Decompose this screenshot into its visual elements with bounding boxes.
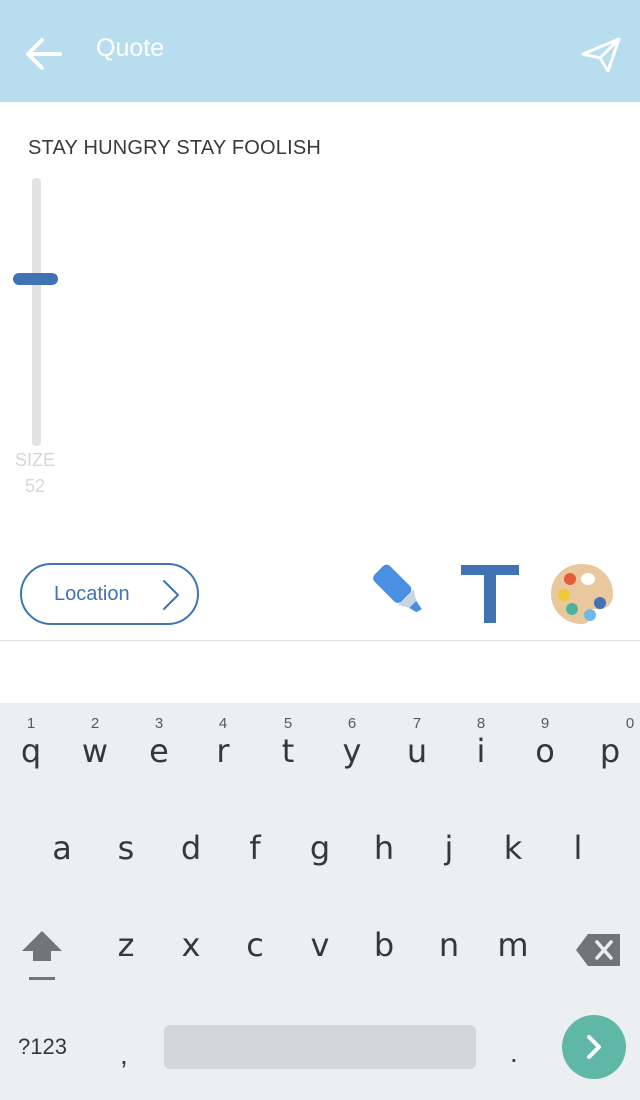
paper-plane-icon bbox=[581, 37, 621, 73]
key-g[interactable]: g bbox=[290, 800, 350, 880]
enter-button[interactable] bbox=[562, 1015, 626, 1079]
key-p[interactable]: 0 p bbox=[580, 703, 640, 783]
color-palette-icon bbox=[551, 564, 613, 624]
key-hint: 6 bbox=[347, 715, 357, 732]
size-slider-track[interactable] bbox=[32, 178, 41, 446]
back-button[interactable] bbox=[22, 32, 66, 76]
chevron-right-icon bbox=[587, 1035, 601, 1059]
key-a[interactable]: a bbox=[32, 800, 92, 880]
key-i[interactable]: 8 i bbox=[451, 703, 511, 783]
key-hint: 2 bbox=[90, 715, 100, 732]
key-label: u bbox=[406, 732, 428, 770]
key-e[interactable]: 3 e bbox=[129, 703, 189, 783]
key-m[interactable]: m bbox=[483, 897, 543, 977]
key-hint: 7 bbox=[412, 715, 422, 732]
key-hint: 9 bbox=[540, 715, 550, 732]
page-title: Quote bbox=[96, 34, 165, 62]
text-format-button[interactable] bbox=[458, 562, 522, 626]
key-hint: 5 bbox=[283, 715, 293, 732]
key-v[interactable]: v bbox=[290, 897, 350, 977]
key-label: m bbox=[497, 926, 529, 964]
key-b[interactable]: b bbox=[354, 897, 414, 977]
key-label: e bbox=[149, 732, 169, 770]
highlighter-icon bbox=[373, 564, 422, 613]
key-hint: 1 bbox=[26, 715, 36, 732]
key-j[interactable]: j bbox=[419, 800, 479, 880]
key-x[interactable]: x bbox=[161, 897, 221, 977]
location-label: Location bbox=[54, 583, 130, 605]
soft-keyboard: 1 q 2 w 3 e 4 r 5 t 6 y 7 u 8 i 9 o 0 p … bbox=[0, 703, 640, 1100]
shift-arrow-icon bbox=[22, 931, 62, 980]
key-label: n bbox=[438, 926, 460, 964]
key-w[interactable]: 2 w bbox=[65, 703, 125, 783]
backspace-key[interactable] bbox=[574, 932, 622, 968]
key-h[interactable]: h bbox=[354, 800, 414, 880]
key-y[interactable]: 6 y bbox=[322, 703, 382, 783]
key-label: r bbox=[216, 732, 230, 770]
key-label: d bbox=[180, 829, 202, 867]
key-hint: 4 bbox=[218, 715, 228, 732]
key-label: g bbox=[309, 829, 331, 867]
period-key[interactable]: . bbox=[510, 1037, 518, 1069]
spacebar[interactable] bbox=[164, 1025, 476, 1069]
key-label: p bbox=[599, 732, 621, 770]
key-q[interactable]: 1 q bbox=[1, 703, 61, 783]
key-label: y bbox=[342, 732, 362, 770]
size-label: SIZE bbox=[14, 450, 55, 470]
key-label: b bbox=[373, 926, 395, 964]
size-value: 52 bbox=[24, 476, 46, 496]
key-l[interactable]: l bbox=[548, 800, 608, 880]
key-label: h bbox=[373, 829, 395, 867]
key-s[interactable]: s bbox=[96, 800, 156, 880]
divider bbox=[0, 640, 640, 641]
key-label: v bbox=[310, 926, 330, 964]
key-label: l bbox=[573, 829, 583, 867]
key-label: i bbox=[476, 732, 486, 770]
key-hint: 0 bbox=[625, 715, 635, 732]
key-t[interactable]: 5 t bbox=[258, 703, 318, 783]
backspace-icon bbox=[576, 934, 620, 966]
key-hint: 8 bbox=[476, 715, 486, 732]
location-button[interactable]: Location bbox=[20, 563, 199, 625]
key-r[interactable]: 4 r bbox=[193, 703, 253, 783]
key-label: z bbox=[117, 926, 135, 964]
key-label: o bbox=[535, 732, 555, 770]
key-n[interactable]: n bbox=[419, 897, 479, 977]
quote-text[interactable]: STAY HUNGRY STAY FOOLISH bbox=[28, 137, 321, 160]
shift-key[interactable] bbox=[18, 927, 66, 987]
key-label: j bbox=[444, 829, 454, 867]
key-label: t bbox=[281, 732, 295, 770]
app-header: Quote bbox=[0, 0, 640, 102]
key-label: f bbox=[249, 829, 261, 867]
color-palette-button[interactable] bbox=[548, 561, 616, 627]
key-c[interactable]: c bbox=[225, 897, 285, 977]
key-d[interactable]: d bbox=[161, 800, 221, 880]
arrow-left-icon bbox=[26, 38, 62, 70]
key-label: q bbox=[20, 732, 42, 770]
size-slider-thumb[interactable] bbox=[13, 273, 58, 285]
comma-key[interactable]: , bbox=[120, 1039, 128, 1071]
send-button[interactable] bbox=[580, 36, 622, 74]
chevron-right-icon bbox=[163, 580, 179, 610]
key-label: x bbox=[181, 926, 201, 964]
key-k[interactable]: k bbox=[483, 800, 543, 880]
key-z[interactable]: z bbox=[96, 897, 156, 977]
key-f[interactable]: f bbox=[225, 800, 285, 880]
key-label: w bbox=[81, 732, 109, 770]
symbols-key[interactable]: ?123 bbox=[18, 1034, 67, 1060]
key-label: a bbox=[52, 829, 72, 867]
key-label: c bbox=[246, 926, 264, 964]
key-u[interactable]: 7 u bbox=[387, 703, 447, 783]
key-label: k bbox=[503, 829, 523, 867]
text-format-icon bbox=[461, 565, 519, 623]
key-label: s bbox=[117, 829, 135, 867]
key-hint: 3 bbox=[154, 715, 164, 732]
highlighter-button[interactable] bbox=[364, 560, 436, 626]
key-o[interactable]: 9 o bbox=[515, 703, 575, 783]
